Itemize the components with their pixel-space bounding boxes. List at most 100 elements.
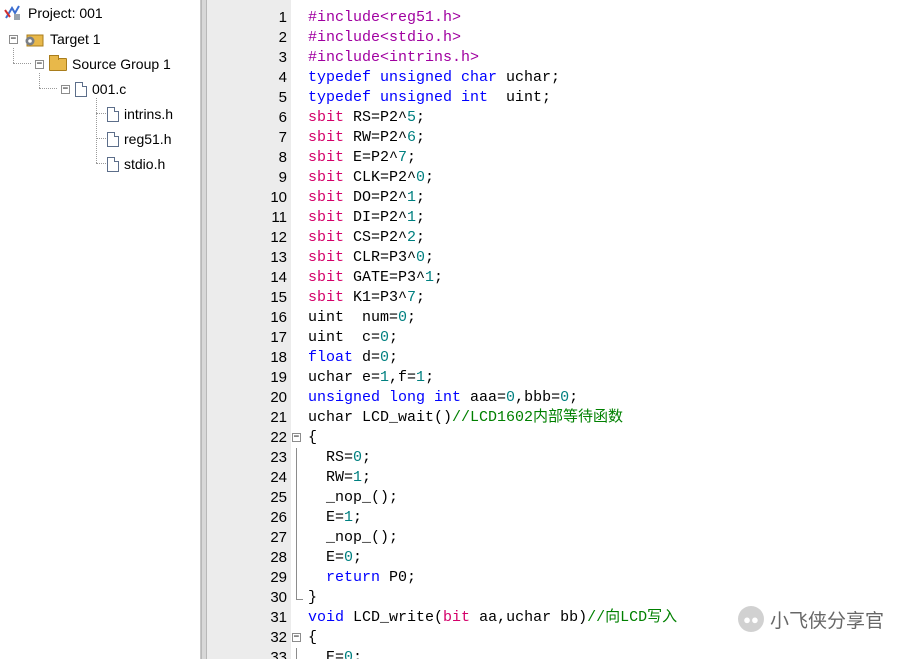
tree-item-source-group[interactable]: − Source Group 1: [35, 54, 171, 74]
code-text: E=0;: [308, 548, 362, 568]
line-number: 2: [278, 29, 287, 46]
code-line[interactable]: 18 float d=0;: [207, 348, 919, 368]
collapse-toggle[interactable]: −: [9, 34, 18, 44]
line-number: 27: [270, 529, 287, 546]
collapse-toggle[interactable]: −: [35, 59, 44, 69]
line-number: 16: [270, 309, 287, 326]
code-line[interactable]: 22−{: [207, 428, 919, 448]
collapse-toggle[interactable]: −: [61, 84, 70, 94]
code-token: #include<intrins.h>: [308, 49, 480, 66]
tree-label-header: intrins.h: [124, 106, 174, 122]
code-token: _nop_();: [308, 529, 399, 546]
tree-item-file-001c[interactable]: − 001.c: [61, 79, 126, 99]
code-token: 6: [407, 129, 417, 146]
code-token: aaa=: [461, 389, 507, 406]
code-line[interactable]: 5 typedef unsigned int uint;: [207, 88, 919, 108]
code-line[interactable]: 27 _nop_();: [207, 528, 919, 548]
tree-item-header[interactable]: intrins.h: [107, 104, 173, 124]
code-line[interactable]: 10 sbit DO=P2^1;: [207, 188, 919, 208]
code-token: uint c=: [308, 329, 381, 346]
code-line[interactable]: 3 #include<intrins.h>: [207, 48, 919, 68]
code-text: float d=0;: [308, 348, 398, 368]
line-number: 20: [270, 389, 287, 406]
line-number: 17: [270, 329, 287, 346]
code-line[interactable]: 16 uint num=0;: [207, 308, 919, 328]
code-line[interactable]: 25 _nop_();: [207, 488, 919, 508]
tree-item-project[interactable]: Project: 001: [3, 3, 103, 23]
line-number: 25: [270, 489, 287, 506]
fold-toggle[interactable]: −: [292, 633, 301, 642]
code-line[interactable]: 6 sbit RS=P2^5;: [207, 108, 919, 128]
code-token: uint num=: [308, 309, 399, 326]
tree-connector: [39, 88, 57, 89]
fold-toggle[interactable]: −: [292, 433, 301, 442]
code-token: E=: [308, 549, 345, 566]
line-number: 28: [270, 549, 287, 566]
code-token: 0: [398, 309, 408, 326]
code-token: DO=P2^: [344, 189, 408, 206]
code-lines: 1 #include<reg51.h> 2 #include<stdio.h> 3 #in…: [207, 8, 919, 659]
code-line[interactable]: 21 uchar LCD_wait()//LCD1602内部等待函数: [207, 408, 919, 428]
fold-end-marker: [296, 588, 303, 600]
code-line[interactable]: 17 uint c=0;: [207, 328, 919, 348]
line-number: 33: [270, 649, 287, 659]
watermark-text: 小飞侠分享官: [770, 610, 885, 632]
code-line[interactable]: 8 sbit E=P2^7;: [207, 148, 919, 168]
code-line[interactable]: 1 #include<reg51.h>: [207, 8, 919, 28]
code-line[interactable]: 4 typedef unsigned char uchar;: [207, 68, 919, 88]
code-token: 0: [560, 389, 570, 406]
code-token: ;: [389, 329, 399, 346]
code-line[interactable]: 33 E=0;: [207, 648, 919, 659]
code-token: 0: [353, 449, 363, 466]
code-line[interactable]: 23 RS=0;: [207, 448, 919, 468]
fold-guide: [296, 568, 297, 588]
code-token: sbit: [308, 109, 345, 126]
code-line[interactable]: 24 RW=1;: [207, 468, 919, 488]
line-number: 4: [278, 69, 287, 86]
line-number: 14: [270, 269, 287, 286]
code-line[interactable]: 14 sbit GATE=P3^1;: [207, 268, 919, 288]
code-token: void: [308, 609, 345, 626]
tree-item-header[interactable]: stdio.h: [107, 154, 165, 174]
code-token: ;: [416, 109, 426, 126]
code-line[interactable]: 2 #include<stdio.h>: [207, 28, 919, 48]
code-token: 1: [416, 369, 426, 386]
code-text: _nop_();: [308, 488, 398, 508]
code-token: ;: [416, 209, 426, 226]
fold-guide: [296, 528, 297, 548]
code-token: uchar LCD_wait(): [308, 409, 453, 426]
code-line[interactable]: 19 uchar e=1,f=1;: [207, 368, 919, 388]
line-number: 26: [270, 509, 287, 526]
code-line[interactable]: 13 sbit CLR=P3^0;: [207, 248, 919, 268]
code-token: 0: [380, 349, 390, 366]
code-token: aa,uchar bb): [470, 609, 588, 626]
tree-item-header[interactable]: reg51.h: [107, 129, 171, 149]
code-token: ;: [353, 649, 363, 659]
code-text: sbit GATE=P3^1;: [308, 268, 443, 288]
code-line[interactable]: 9 sbit CLK=P2^0;: [207, 168, 919, 188]
code-token: RW=P2^: [344, 129, 408, 146]
code-line[interactable]: 7 sbit RW=P2^6;: [207, 128, 919, 148]
code-editor[interactable]: 1 #include<reg51.h> 2 #include<stdio.h> 3 #in…: [207, 0, 919, 659]
header-file-icon: [107, 156, 119, 172]
tree-item-target[interactable]: − Target 1: [9, 29, 101, 49]
code-line[interactable]: 28 E=0;: [207, 548, 919, 568]
code-token: E=P2^: [344, 149, 399, 166]
tree-label-project: Project: 001: [28, 5, 103, 21]
project-icon: [4, 5, 20, 20]
line-number: 5: [278, 89, 287, 106]
fold-guide: [296, 508, 297, 528]
code-line[interactable]: 12 sbit CS=P2^2;: [207, 228, 919, 248]
code-line[interactable]: 29 return P0;: [207, 568, 919, 588]
code-token: sbit: [308, 249, 345, 266]
code-text: return P0;: [308, 568, 416, 588]
code-token: 0: [416, 169, 426, 186]
code-token: typedef unsigned int: [308, 89, 489, 106]
code-line[interactable]: 11 sbit DI=P2^1;: [207, 208, 919, 228]
code-token: sbit: [308, 209, 345, 226]
wechat-icon: ●●: [738, 606, 764, 632]
code-line[interactable]: 15 sbit K1=P3^7;: [207, 288, 919, 308]
code-line[interactable]: 26 E=1;: [207, 508, 919, 528]
code-line[interactable]: 20 unsigned long int aaa=0,bbb=0;: [207, 388, 919, 408]
code-token: return: [326, 569, 381, 586]
